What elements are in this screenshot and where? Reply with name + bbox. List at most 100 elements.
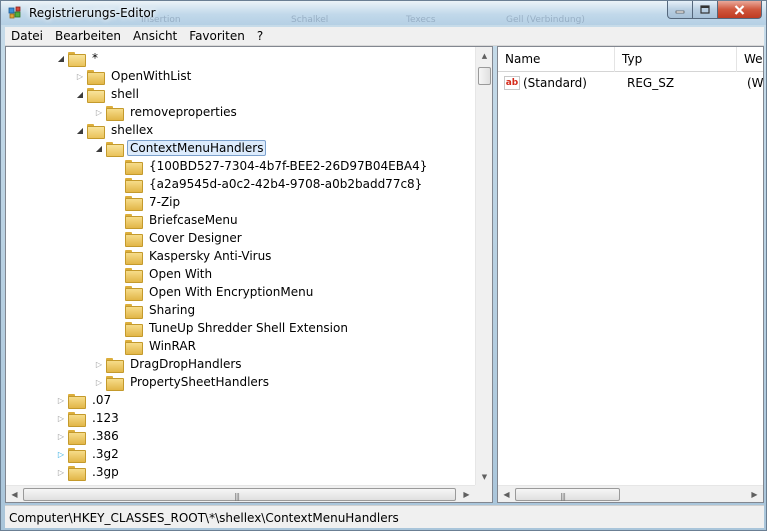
minimize-button[interactable] [667, 1, 693, 19]
expander-placeholder [113, 287, 123, 297]
tree-node[interactable]: TuneUp Shredder Shell Extension [113, 319, 351, 337]
tree-node[interactable]: ▷ .3g2 [56, 445, 122, 463]
tree-horizontal-scrollbar[interactable]: ◀ ||| ▶ [6, 485, 492, 502]
tree-node[interactable]: {100BD527-7304-4b7f-BEE2-26D97B04EBA4} [113, 157, 430, 175]
expand-arrow-icon[interactable]: ▷ [94, 377, 104, 387]
tree-node[interactable]: Cover Designer [113, 229, 245, 247]
tree-node-label[interactable]: OpenWithList [108, 68, 194, 84]
maximize-icon [700, 5, 710, 14]
tree-node[interactable]: ▷ .386 [56, 427, 122, 445]
tree-node-label[interactable]: BriefcaseMenu [146, 212, 241, 228]
folder-icon [125, 321, 143, 337]
tree-node-label[interactable]: .07 [89, 392, 114, 408]
tree-node-label[interactable]: {100BD527-7304-4b7f-BEE2-26D97B04EBA4} [146, 158, 430, 174]
collapse-arrow-icon[interactable]: ◢ [75, 89, 85, 99]
menu-datei[interactable]: Datei [5, 27, 49, 46]
tree-node[interactable]: {a2a9545d-a0c2-42b4-9708-a0b2badd77c8} [113, 175, 425, 193]
tree-node-label[interactable]: .123 [89, 410, 122, 426]
expand-arrow-icon[interactable]: ▷ [56, 467, 66, 477]
tree-node[interactable]: ▷ PropertySheetHandlers [94, 373, 272, 391]
tree-node-label[interactable]: TuneUp Shredder Shell Extension [146, 320, 351, 336]
tree-node[interactable]: ◢ * [56, 49, 101, 67]
close-button[interactable] [718, 1, 762, 19]
tree-node-label[interactable]: DragDropHandlers [127, 356, 245, 372]
tree-node[interactable]: ◢ shellex [75, 121, 156, 139]
tree-node[interactable]: Open With [113, 265, 215, 283]
expander-placeholder [113, 269, 123, 279]
tree-node-label[interactable]: .3gp [89, 464, 122, 480]
tree-node[interactable]: ▷ OpenWithList [75, 67, 194, 85]
tree-node[interactable]: BriefcaseMenu [113, 211, 241, 229]
folder-icon [68, 411, 86, 427]
tree-node-label[interactable]: shell [108, 86, 142, 102]
collapse-arrow-icon[interactable]: ◢ [75, 125, 85, 135]
expand-arrow-icon[interactable]: ▷ [56, 413, 66, 423]
tree-node-label[interactable]: 7-Zip [146, 194, 183, 210]
column-name[interactable]: Name [498, 47, 615, 72]
tree-node[interactable]: Open With EncryptionMenu [113, 283, 316, 301]
collapse-arrow-icon[interactable]: ◢ [56, 53, 66, 63]
tree-node-label[interactable]: .386 [89, 428, 122, 444]
tree-node[interactable]: ▷ removeproperties [94, 103, 240, 121]
scroll-left-arrow-icon[interactable]: ◀ [498, 486, 515, 502]
tree-node[interactable]: ▷ .07 [56, 391, 114, 409]
tree-node-label[interactable]: Open With EncryptionMenu [146, 284, 316, 300]
tree-node[interactable]: ▷ .3gp [56, 463, 122, 481]
tree-node-label[interactable]: Open With [146, 266, 215, 282]
tree-node[interactable]: ▷ DragDropHandlers [94, 355, 245, 373]
menu-favoriten[interactable]: Favoriten [183, 27, 251, 46]
status-path: Computer\HKEY_CLASSES_ROOT\*\shellex\Con… [9, 511, 399, 525]
tree-node[interactable]: Sharing [113, 301, 198, 319]
tree-node-label[interactable]: PropertySheetHandlers [127, 374, 272, 390]
scroll-right-arrow-icon[interactable]: ▶ [746, 486, 763, 502]
scrollbar-thumb[interactable]: ||| [23, 488, 456, 501]
tree-node-label[interactable]: {a2a9545d-a0c2-42b4-9708-a0b2badd77c8} [146, 176, 425, 192]
tree-node[interactable]: WinRAR [113, 337, 199, 355]
expand-arrow-icon[interactable]: ▷ [56, 395, 66, 405]
tree-node-label[interactable]: ContextMenuHandlers [127, 140, 267, 156]
column-type[interactable]: Typ [615, 47, 737, 72]
maximize-button[interactable] [693, 1, 718, 19]
tree-node[interactable]: Kaspersky Anti-Virus [113, 247, 274, 265]
expand-arrow-icon[interactable]: ▷ [94, 359, 104, 369]
tree-node[interactable]: ◢ ContextMenuHandlers [94, 139, 267, 157]
expand-arrow-icon[interactable]: ▷ [75, 71, 85, 81]
folder-icon [87, 123, 105, 139]
tree-node-label[interactable]: Kaspersky Anti-Virus [146, 248, 274, 264]
scrollbar-thumb[interactable] [478, 67, 491, 85]
menu-help[interactable]: ? [251, 27, 269, 46]
expand-arrow-icon[interactable]: ▷ [94, 107, 104, 117]
expand-arrow-icon[interactable]: ▷ [56, 431, 66, 441]
scroll-right-arrow-icon[interactable]: ▶ [458, 486, 475, 502]
folder-icon [87, 69, 105, 85]
tree-node-label[interactable]: Sharing [146, 302, 198, 318]
tree-node-label[interactable]: shellex [108, 122, 156, 138]
folder-icon [106, 357, 124, 373]
scroll-up-arrow-icon[interactable]: ▲ [476, 47, 492, 64]
scroll-down-arrow-icon[interactable]: ▼ [476, 468, 492, 485]
regedit-icon [8, 6, 21, 19]
tree-node-label[interactable]: * [89, 50, 101, 66]
values-horizontal-scrollbar[interactable]: ◀ ||| ▶ [498, 485, 763, 502]
tree-node[interactable]: ◢ shell [75, 85, 142, 103]
title-bar[interactable]: Registrierungs-Editor Insertion Schalkel… [1, 1, 766, 25]
tree-node[interactable]: 7-Zip [113, 193, 183, 211]
expand-arrow-icon[interactable]: ▷ [56, 449, 66, 459]
folder-icon [125, 249, 143, 265]
window-controls [667, 1, 762, 19]
column-value[interactable]: Wert [737, 47, 763, 72]
tree-node-label[interactable]: Cover Designer [146, 230, 245, 246]
menu-ansicht[interactable]: Ansicht [127, 27, 183, 46]
scrollbar-thumb[interactable]: ||| [515, 488, 620, 501]
tree-node[interactable]: ▷ .123 [56, 409, 122, 427]
tree-node-label[interactable]: .3g2 [89, 446, 122, 462]
tree-vertical-scrollbar[interactable]: ▲ ▼ [475, 47, 492, 485]
menu-bearbeiten[interactable]: Bearbeiten [49, 27, 127, 46]
collapse-arrow-icon[interactable]: ◢ [94, 143, 104, 153]
value-row[interactable]: ab (Standard) REG_SZ (Wert nicht gesetzt… [498, 74, 763, 92]
tree-node-label[interactable]: WinRAR [146, 338, 199, 354]
folder-icon [125, 285, 143, 301]
menu-bar: Datei Bearbeiten Ansicht Favoriten ? [5, 27, 764, 46]
scroll-left-arrow-icon[interactable]: ◀ [6, 486, 23, 502]
tree-node-label[interactable]: removeproperties [127, 104, 240, 120]
